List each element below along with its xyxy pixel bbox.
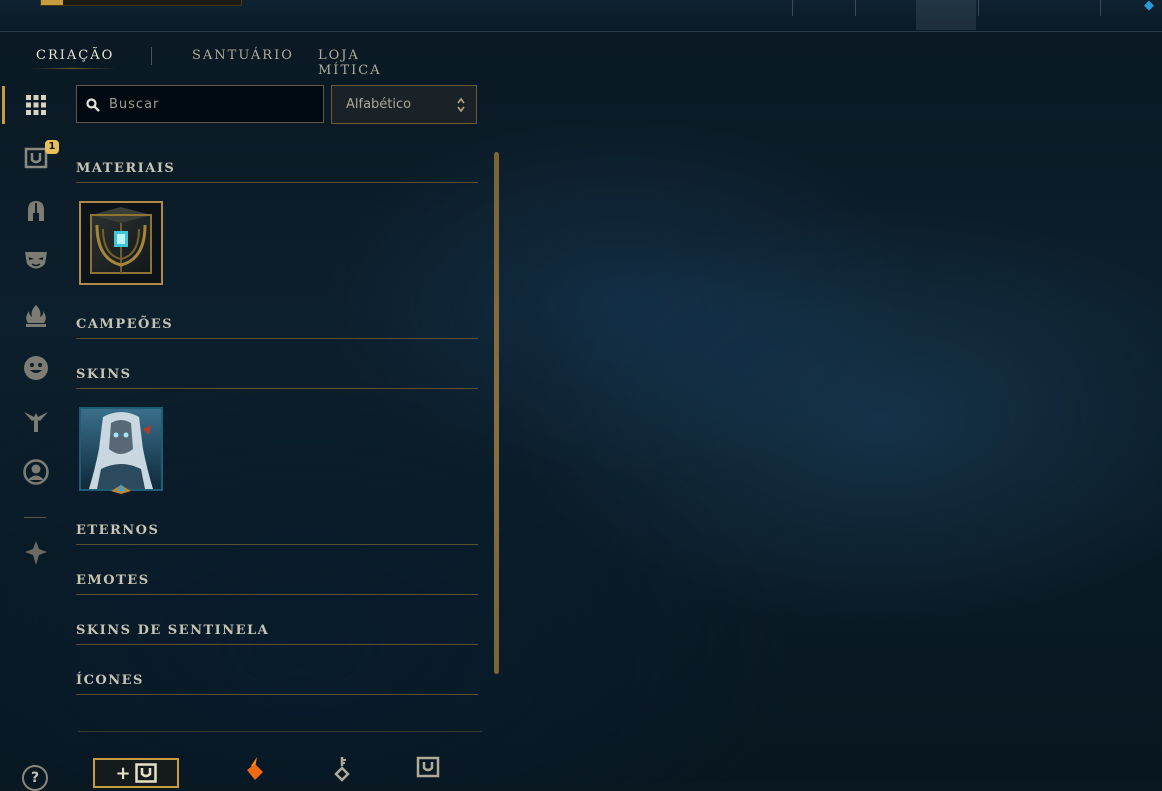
key-icon <box>334 757 350 782</box>
category-divider <box>76 694 478 695</box>
ward-icon <box>24 412 48 432</box>
tab-loja-mitica[interactable]: LOJA MÍTICA <box>318 48 382 78</box>
smiley-icon <box>24 356 48 380</box>
add-label: + <box>115 762 131 784</box>
tier-gem-icon <box>111 484 131 494</box>
category-title: CAMPEÕES <box>76 317 174 332</box>
category-divider <box>76 182 478 183</box>
category-icones[interactable]: ÍCONES <box>76 665 478 695</box>
flame-icon <box>26 305 46 327</box>
profile-icon <box>23 459 49 485</box>
category-title: MATERIAIS <box>76 161 176 176</box>
key-fragment-button[interactable] <box>332 756 352 786</box>
top-divider <box>792 0 793 16</box>
sort-selected-value: Alfabético <box>346 97 412 112</box>
logo <box>40 0 242 6</box>
rail-eternals[interactable] <box>22 302 50 330</box>
tab-criacao[interactable]: CRIAÇÃO <box>36 48 114 63</box>
category-divider <box>76 644 478 645</box>
rail-active-indicator <box>2 86 5 124</box>
trophy-icon <box>25 541 47 565</box>
updown-arrows-icon <box>457 97 465 113</box>
mask-icon <box>25 252 47 269</box>
help-button[interactable]: ? <box>22 765 48 791</box>
sort-dropdown[interactable]: Alfabético <box>331 85 477 124</box>
category-skins[interactable]: SKINS <box>76 359 478 389</box>
grid-icon <box>26 95 46 115</box>
bottom-divider <box>78 731 482 732</box>
rail-icons[interactable] <box>22 458 50 486</box>
orange-essence-icon <box>247 757 263 780</box>
category-title: EMOTES <box>76 573 150 588</box>
tab-santuario[interactable]: SANTUÁRIO <box>192 48 294 63</box>
rail-all-items[interactable] <box>22 91 50 119</box>
category-divider <box>76 594 478 595</box>
category-title: ÍCONES <box>76 673 144 688</box>
category-skins-de-sentinela[interactable]: SKINS DE SENTINELA <box>76 615 478 645</box>
category-campeoes[interactable]: CAMPEÕES <box>76 309 478 339</box>
category-materiais[interactable]: MATERIAIS <box>76 153 478 183</box>
chest-icon <box>416 756 440 778</box>
category-title: SKINS <box>76 367 132 382</box>
category-divider <box>76 544 478 545</box>
top-divider <box>855 0 856 16</box>
category-eternos[interactable]: ETERNOS <box>76 515 478 545</box>
search-icon <box>86 98 100 112</box>
skin-portrait-image <box>81 409 161 489</box>
top-divider <box>1100 0 1101 16</box>
chests-count-button[interactable] <box>416 756 440 784</box>
add-chest-button[interactable]: + <box>93 758 179 788</box>
search-field[interactable] <box>76 85 324 123</box>
tab-separator <box>151 47 152 65</box>
list-scrollbar[interactable] <box>494 152 499 674</box>
search-input[interactable] <box>109 86 319 122</box>
top-navigation-bar: ◆ <box>0 0 1162 32</box>
rail-skins[interactable] <box>22 247 50 275</box>
category-title: SKINS DE SENTINELA <box>76 623 270 638</box>
rail-other[interactable] <box>22 539 50 567</box>
orange-essence-button[interactable] <box>243 756 267 786</box>
top-active-tab[interactable] <box>916 0 976 30</box>
loot-item-chest[interactable] <box>79 201 163 285</box>
category-divider <box>76 338 478 339</box>
active-tab-underline <box>30 68 116 69</box>
helmet-icon <box>28 201 44 221</box>
category-divider <box>76 388 478 389</box>
loot-item-skin[interactable] <box>79 407 163 494</box>
corner-icon[interactable]: ◆ <box>1144 0 1162 12</box>
category-title: ETERNOS <box>76 523 160 538</box>
top-divider <box>978 0 979 16</box>
rail-emotes[interactable] <box>22 354 50 382</box>
category-emotes[interactable]: EMOTES <box>76 565 478 595</box>
rail-champions[interactable] <box>22 197 50 225</box>
rail-ward-skins[interactable] <box>22 406 50 434</box>
rail-separator <box>24 517 46 518</box>
chest-icon <box>134 763 157 783</box>
chest-count-badge: 1 <box>45 140 59 154</box>
hextech-chest-icon <box>90 207 152 274</box>
